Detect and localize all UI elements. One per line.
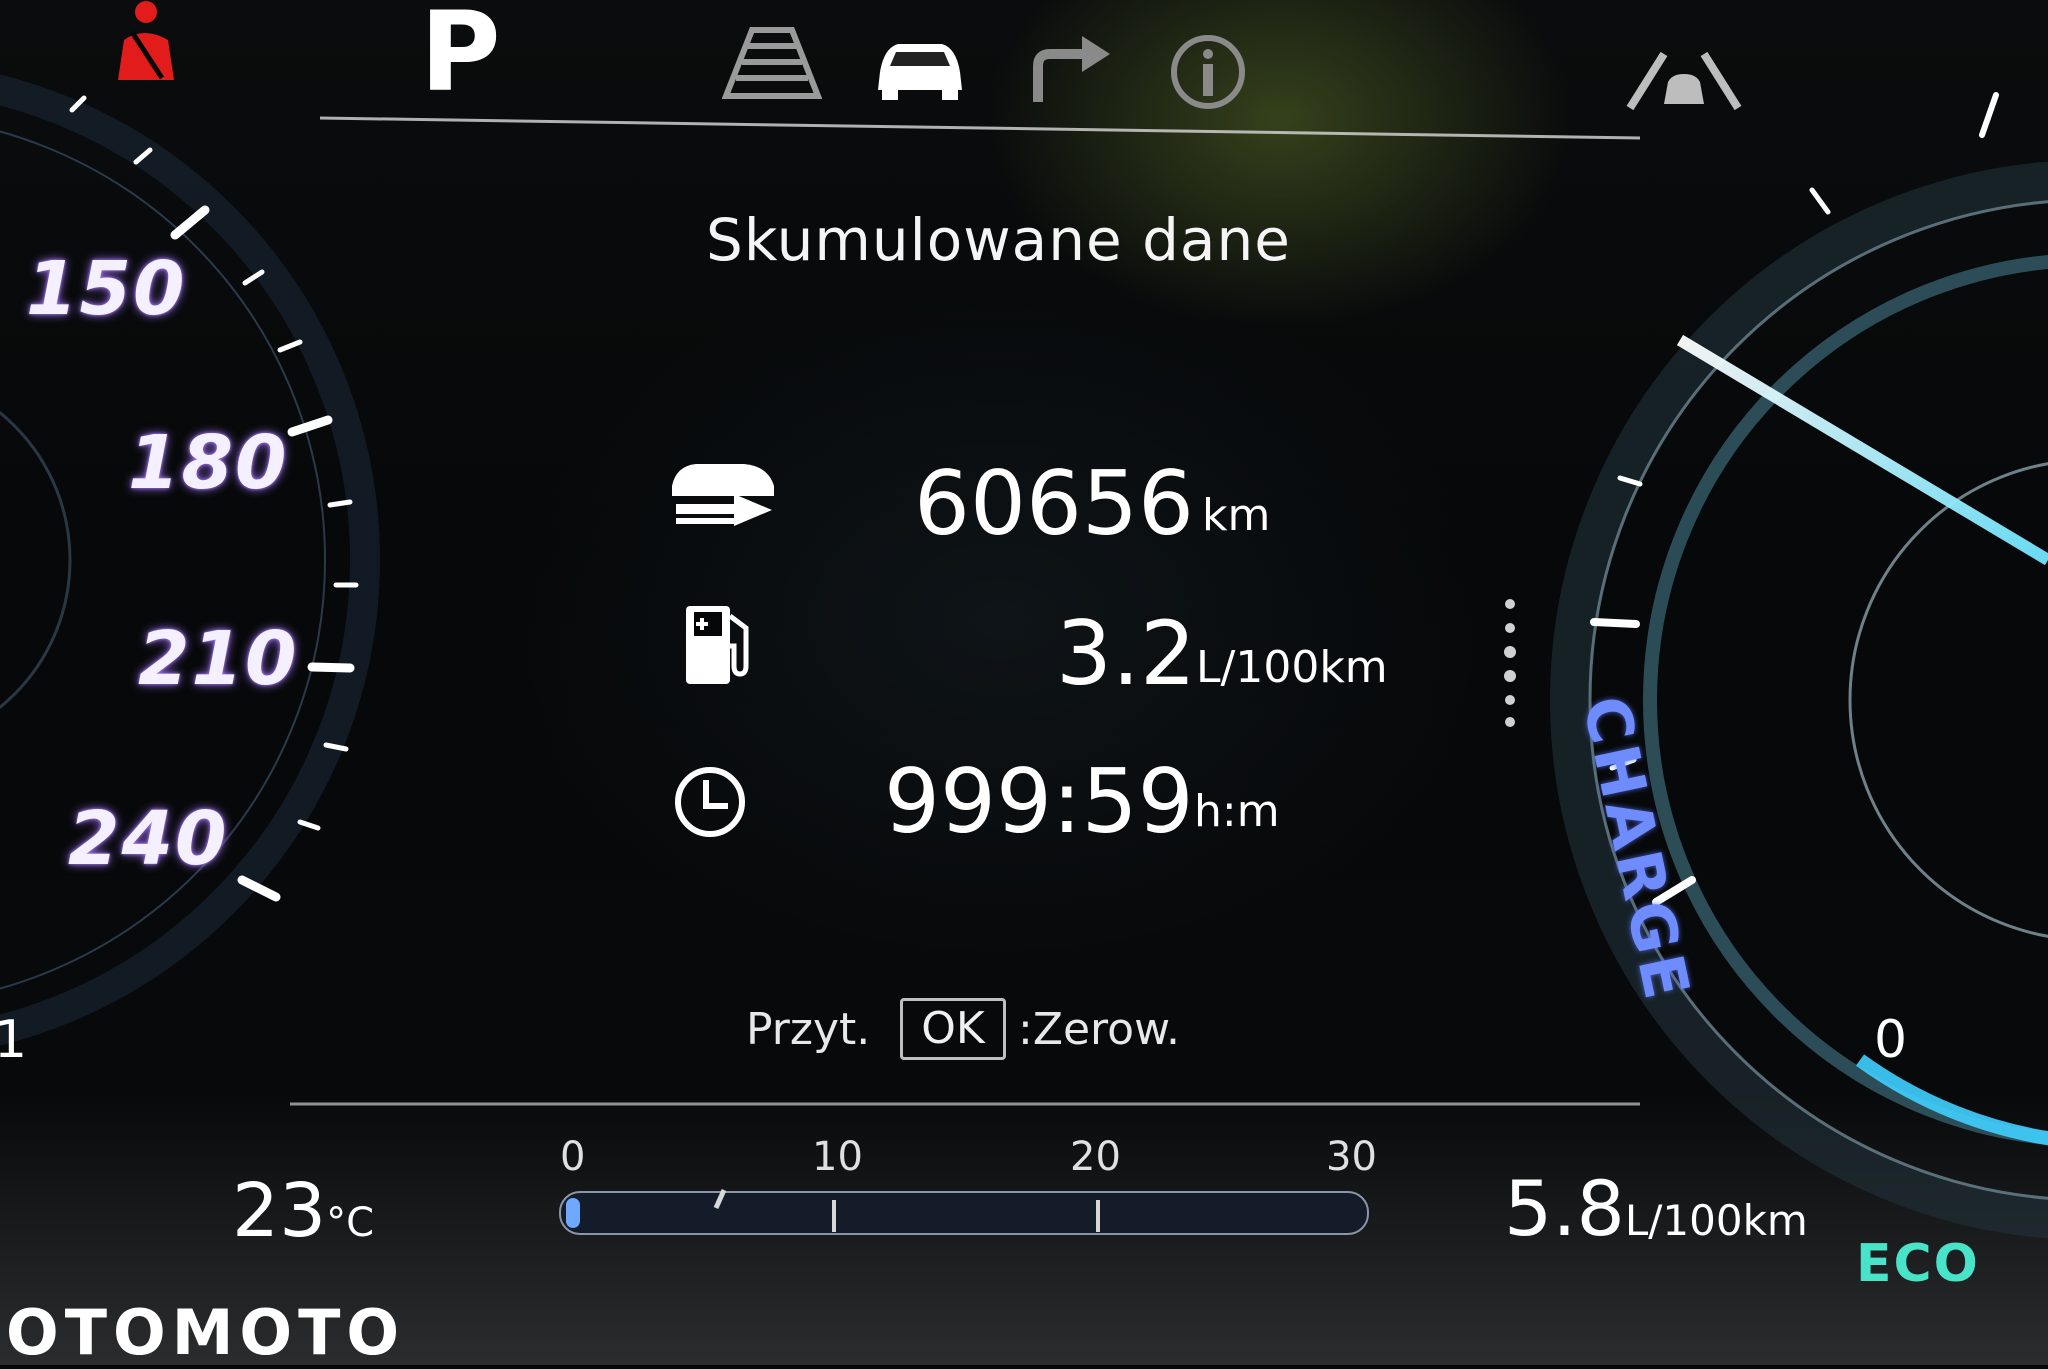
gauge-graphics: [0, 74, 2048, 1239]
average-consumption: 5.8L/100km: [1504, 1164, 1808, 1253]
temperature-value: 23: [232, 1168, 327, 1254]
watermark-logo: OTOMOTO: [6, 1296, 406, 1369]
power-zero-label: 0: [1874, 1010, 1908, 1070]
reset-hint-suffix: :Zerow.: [1018, 1004, 1181, 1055]
speed-label-180: 180: [128, 420, 289, 506]
outside-temperature: 23°C: [232, 1168, 374, 1254]
scale-label-20: 20: [1070, 1134, 1121, 1180]
clock-icon: [675, 767, 745, 837]
car-icon: [878, 44, 962, 100]
scale-label-10: 10: [812, 1134, 863, 1180]
ok-key-badge: OK: [900, 998, 1006, 1060]
seatbelt-warning-icon: [118, 1, 174, 80]
speed-label-240: 240: [68, 796, 229, 882]
scale-label-0: 0: [560, 1134, 586, 1180]
distance-value: 60656: [914, 452, 1194, 555]
turn-arrow-icon: [1033, 36, 1110, 102]
distance-unit: km: [1202, 490, 1271, 541]
info-icon: [1171, 35, 1245, 109]
lane-assist-icon: [722, 27, 822, 99]
fuel-pump-icon: [686, 606, 749, 684]
consumption-unit: L/100km: [1196, 642, 1388, 693]
gear-indicator: P: [420, 0, 501, 116]
avg-consumption-unit: L/100km: [1624, 1196, 1808, 1245]
speed-edge-label: 1: [0, 1010, 28, 1070]
speed-label-150: 150: [26, 246, 187, 332]
time-value: 999:59: [884, 750, 1194, 853]
distance-car-icon: [672, 464, 774, 526]
avg-consumption-value: 5.8: [1504, 1164, 1625, 1253]
page-title: Skumulowane dane: [706, 206, 1291, 274]
drive-mode-badge: ECO: [1856, 1234, 1980, 1294]
scale-label-30: 30: [1326, 1134, 1377, 1180]
temperature-unit: °C: [326, 1200, 375, 1246]
forward-collision-icon: [1626, 51, 1742, 111]
reset-hint-prefix: Przyt.: [746, 1004, 871, 1055]
time-unit: h:m: [1194, 786, 1280, 837]
speed-label-210: 210: [138, 616, 299, 702]
consumption-value: 3.2: [1056, 602, 1196, 705]
